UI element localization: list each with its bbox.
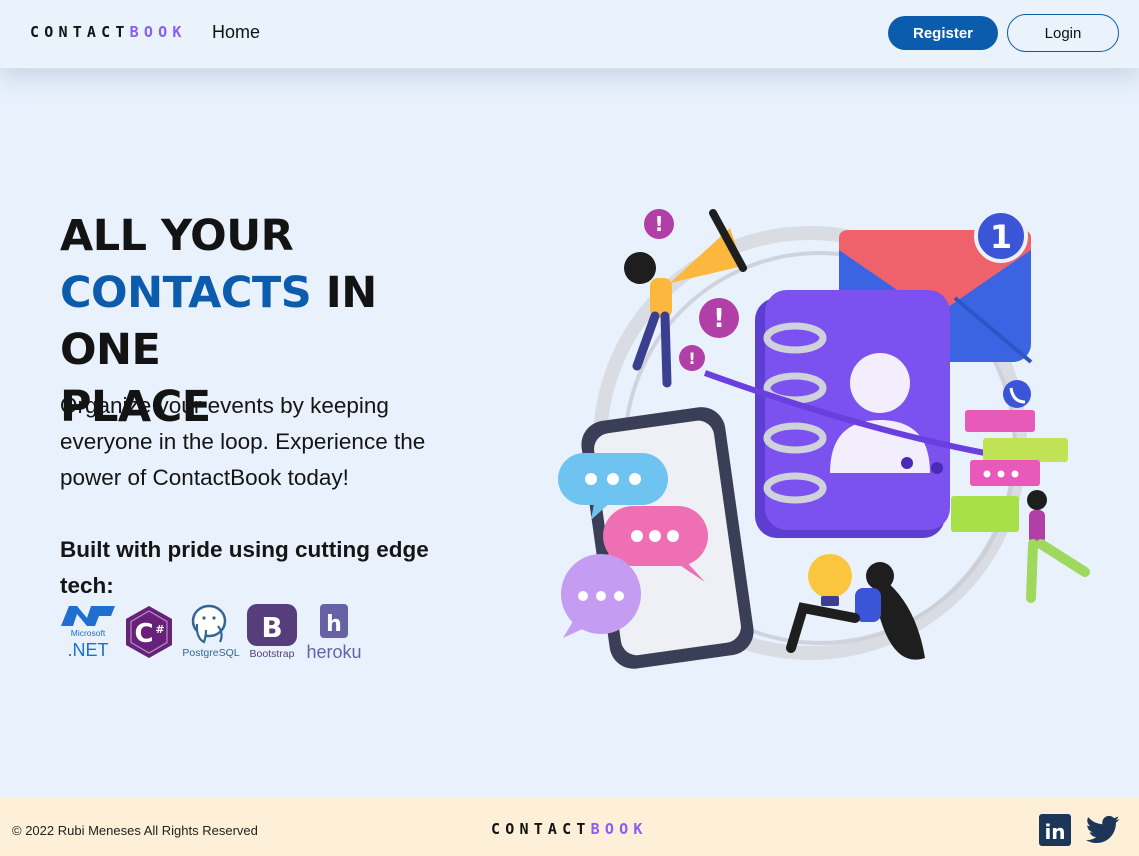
hero-description: Organize your events by keeping everyone… (60, 393, 426, 490)
hero-illustration: 1 ! ! ! (555, 198, 1100, 673)
heroku-icon: h heroku (306, 604, 364, 662)
svg-text:!: ! (654, 212, 663, 236)
linkedin-glyph: in (1044, 820, 1065, 844)
notification-badge: 1 (974, 209, 1028, 263)
postgresql-label: PostgreSQL (182, 647, 239, 659)
tech-heading: Built with pride using cutting edge tech… (60, 537, 429, 598)
postgresql-icon: PostgreSQL (182, 604, 240, 660)
bootstrap-label: Bootstrap (250, 648, 295, 660)
dotnet-icon: Microsoft .NET (60, 604, 116, 660)
hero-title-line1: ALL YOUR (60, 211, 294, 261)
svg-text:!: ! (688, 349, 695, 368)
heroku-label: heroku (306, 642, 361, 662)
logo-part-book: BOOK (129, 23, 187, 41)
register-button[interactable]: Register (888, 16, 998, 50)
heroku-glyph: h (326, 612, 342, 637)
svg-text:C: C (134, 619, 153, 649)
twitter-icon[interactable] (1085, 815, 1120, 845)
contact-notebook-icon (755, 290, 950, 538)
svg-text:#: # (155, 623, 164, 636)
brand-logo[interactable]: CONTACTBOOK (30, 23, 187, 41)
footer-brand-logo[interactable]: CONTACTBOOK (491, 820, 648, 838)
csharp-icon: C # (122, 604, 176, 660)
navbar: CONTACTBOOK Home Register Login (0, 0, 1139, 69)
footer: © 2022 Rubi Meneses All Rights Reserved … (0, 798, 1139, 856)
dotnet-label-bottom: .NET (67, 640, 108, 658)
svg-text:!: ! (713, 304, 725, 334)
bootstrap-glyph: B (261, 611, 282, 644)
footer-logo-part-contact: CONTACT (491, 820, 591, 838)
hero-title-accent: CONTACTS (60, 268, 312, 318)
login-button[interactable]: Login (1007, 14, 1119, 52)
footer-logo-part-book: BOOK (590, 820, 648, 838)
dotnet-label-top: Microsoft (71, 628, 106, 638)
nav-home-link[interactable]: Home (212, 22, 260, 43)
linkedin-icon[interactable]: in (1039, 814, 1071, 846)
bootstrap-icon: B Bootstrap (244, 604, 302, 660)
logo-part-contact: CONTACT (30, 23, 130, 41)
standing-woman-illustration (1026, 490, 1090, 603)
phone-call-icon (1003, 380, 1031, 408)
notification-count: 1 (990, 218, 1012, 256)
copyright-text: © 2022 Rubi Meneses All Rights Reserved (12, 823, 258, 838)
